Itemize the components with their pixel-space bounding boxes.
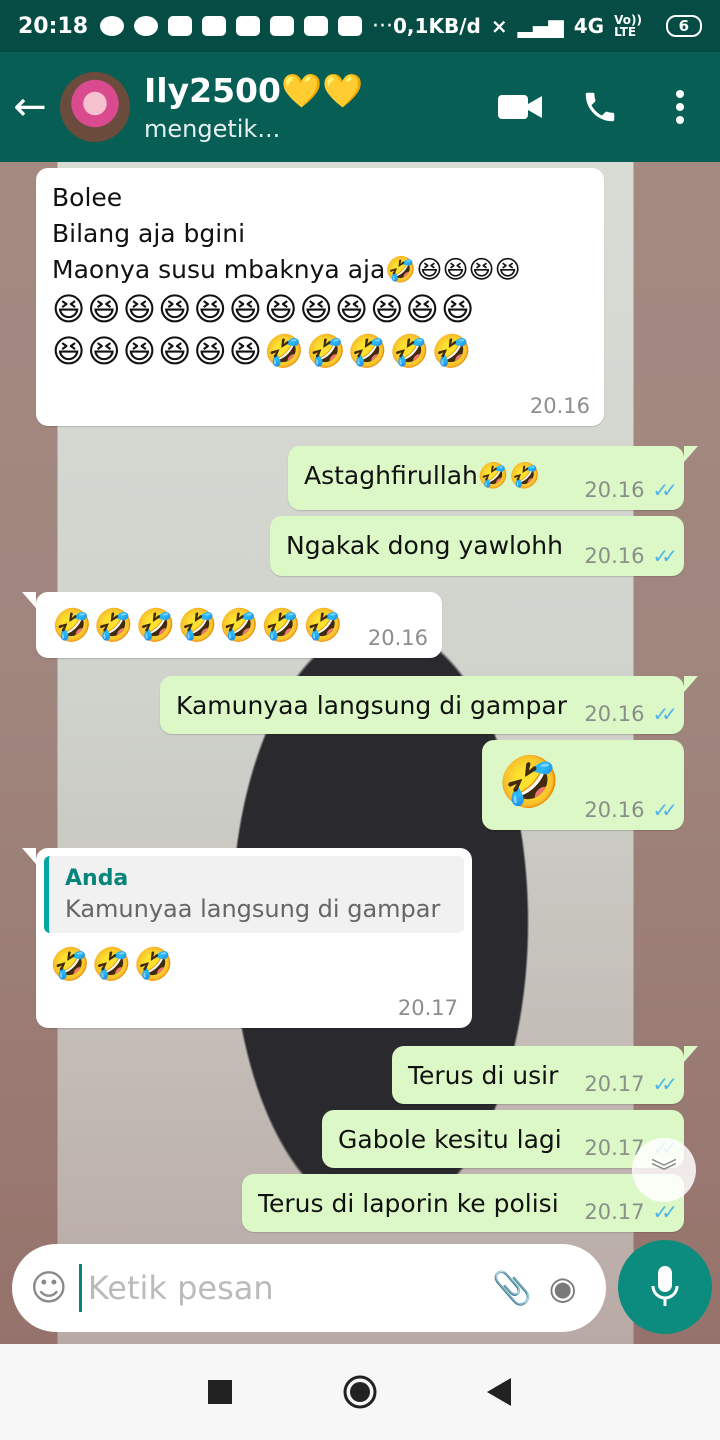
contact-status: mengetik... (144, 115, 281, 143)
message-incoming[interactable]: 🤣🤣🤣🤣🤣🤣🤣 20.16 (22, 592, 442, 658)
message-emoji: 🤣🤣🤣 (50, 945, 176, 983)
message-outgoing[interactable]: 🤣 20.16 ✓✓ (482, 740, 684, 830)
square-icon (208, 1380, 232, 1404)
notification-icons: ··· (100, 14, 393, 39)
chat-header: ← Ily2500💛💛 mengetik... (0, 52, 720, 162)
home-button[interactable] (338, 1370, 382, 1414)
message-text: Terus di usir (408, 1061, 559, 1090)
emoji-icon[interactable]: ☺ (30, 1268, 79, 1309)
read-ticks-icon: ✓✓ (652, 478, 677, 502)
message-emoji: 😆😆😆😆😆😆😆😆😆😆😆😆 (52, 290, 477, 328)
back-arrow-icon[interactable]: ← (0, 52, 60, 162)
message-outgoing[interactable]: Kamunyaa langsung di gampar 20.16 ✓✓ (160, 676, 698, 734)
double-chevron-down-icon: ︾ (650, 1157, 677, 1188)
read-ticks-icon: ✓✓ (652, 1200, 677, 1224)
signal-icon: ▂▄▆ (517, 14, 564, 38)
instagram-icon (100, 16, 125, 36)
phone-icon (585, 92, 615, 122)
play-store-icon (338, 16, 363, 36)
message-outgoing[interactable]: Terus di laporin ke polisi 20.17 ✓✓ (242, 1174, 684, 1232)
status-time: 20:18 (18, 13, 89, 39)
video-camera-icon (498, 95, 542, 119)
quoted-sender: Anda (65, 866, 129, 891)
back-button[interactable] (478, 1370, 522, 1414)
more-notifications-icon: ··· (372, 13, 394, 39)
message-outgoing[interactable]: Astaghfirullah🤣🤣 20.16 ✓✓ (288, 446, 698, 510)
message-time: 20.17 (584, 1200, 645, 1224)
microphone-icon (651, 1266, 679, 1306)
youtube-icon (270, 16, 295, 36)
message-time: 20.16 (584, 702, 645, 726)
message-text: Bilang aja bgini (52, 219, 246, 248)
message-emoji: 🤣 (498, 753, 561, 811)
message-time: 20.16 (584, 544, 645, 568)
message-outgoing[interactable]: Terus di usir 20.17 ✓✓ (392, 1046, 698, 1104)
camera-icon[interactable]: ◉ (537, 1269, 588, 1307)
contact-name: Ily2500💛💛 (144, 71, 364, 110)
message-time: 20.17 (584, 1072, 645, 1096)
network-speed: 0,1KB/d (393, 14, 481, 38)
read-ticks-icon: ✓✓ (652, 798, 677, 822)
line-icon (134, 16, 159, 36)
message-time: 20.16 (584, 798, 645, 822)
battery-icon: 6 (665, 15, 702, 37)
message-time: 20.16 (584, 478, 645, 502)
message-composer: ☺ 📎 ◉ (12, 1244, 606, 1332)
volte-label: Vo)) LTE (614, 13, 642, 39)
avatar[interactable] (60, 72, 130, 142)
read-ticks-icon: ✓✓ (652, 544, 677, 568)
video-call-button[interactable] (480, 52, 560, 162)
youtube-icon (202, 16, 227, 36)
quoted-text: Kamunyaa langsung di gampar (65, 895, 441, 923)
message-emoji: 😆😆😆😆😆😆🤣🤣🤣🤣🤣 (52, 332, 474, 370)
scroll-to-bottom-button[interactable]: ︾ (632, 1138, 696, 1202)
message-text: Ngakak dong yawlohh (286, 531, 563, 560)
message-time: 20.16 (529, 394, 590, 418)
quoted-message[interactable]: Anda Kamunyaa langsung di gampar (44, 856, 464, 933)
message-text: Gabole kesitu lagi (338, 1125, 562, 1154)
chat-area[interactable]: Bolee Bilang aja bgini Maonya susu mbakn… (0, 162, 720, 1344)
attach-icon[interactable]: 📎 (487, 1269, 538, 1307)
youtube-icon (168, 16, 193, 36)
tools-icon (304, 16, 329, 36)
network-type: 4G (573, 14, 605, 38)
home-circle-icon (343, 1375, 377, 1409)
message-incoming[interactable]: Bolee Bilang aja bgini Maonya susu mbakn… (36, 168, 604, 426)
voice-call-button[interactable] (560, 52, 640, 162)
back-triangle-icon (487, 1378, 511, 1406)
message-outgoing[interactable]: Gabole kesitu lagi 20.17✓✓ (322, 1110, 684, 1168)
message-text: Terus di laporin ke polisi (258, 1189, 559, 1218)
message-emoji: 🤣🤣🤣🤣🤣🤣🤣 (52, 606, 345, 644)
message-text: Kamunyaa langsung di gampar (176, 691, 567, 720)
alarm-off-icon: ⨯ (490, 14, 508, 38)
message-text: Astaghfirullah🤣🤣 (304, 461, 541, 490)
message-incoming-reply[interactable]: Anda Kamunyaa langsung di gampar 🤣🤣🤣 20.… (22, 848, 472, 1028)
read-ticks-icon: ✓✓ (652, 1072, 677, 1096)
message-time: 20.17 (397, 996, 458, 1020)
message-input[interactable] (78, 1264, 487, 1312)
contact-info[interactable]: Ily2500💛💛 mengetik... (144, 71, 480, 143)
read-ticks-icon: ✓✓ (652, 702, 677, 726)
message-icon (236, 16, 261, 36)
message-outgoing[interactable]: Ngakak dong yawlohh 20.16 ✓✓ (270, 516, 684, 576)
system-nav-bar (0, 1344, 720, 1440)
message-text: Bolee (52, 183, 123, 212)
recents-button[interactable] (198, 1370, 242, 1414)
message-time: 20.16 (367, 626, 428, 650)
battery-level: 6 (678, 17, 690, 35)
more-options-button[interactable] (640, 52, 720, 162)
status-bar: 20:18 ··· 0,1KB/d ⨯ ▂▄▆ 4G Vo)) LTE 6 (0, 0, 720, 52)
voice-message-button[interactable] (618, 1240, 712, 1334)
message-text: Maonya susu mbaknya aja🤣😆😆😆😆 (52, 255, 521, 284)
more-vertical-icon (676, 90, 684, 124)
